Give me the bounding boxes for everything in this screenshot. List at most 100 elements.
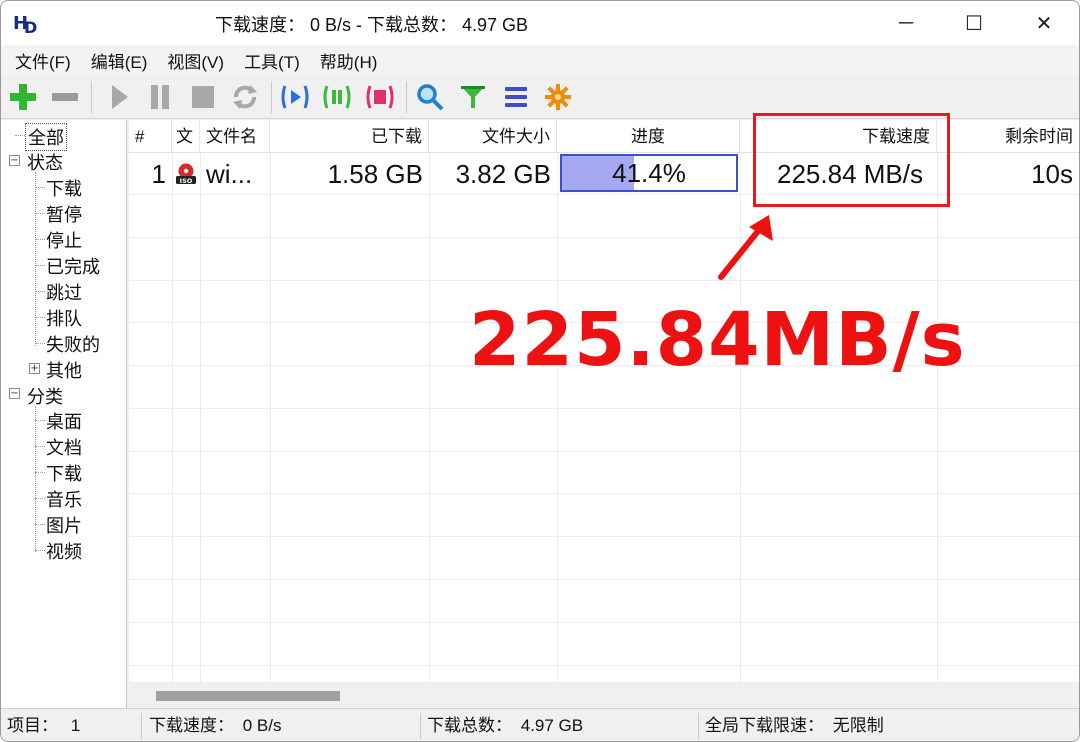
tree-connector [35, 343, 45, 344]
tree-node-paused[interactable]: 暂停 [46, 201, 82, 227]
status-items: 项目： 1 [3, 709, 80, 741]
settings-gear-icon[interactable] [542, 81, 574, 113]
search-icon[interactable] [414, 81, 446, 113]
status-limit-label: 全局下载限速： [705, 716, 824, 735]
grid-line [129, 579, 1079, 580]
tree-connector [15, 135, 25, 136]
iso-badge-label: ISO [180, 177, 193, 185]
menu-edit[interactable]: 编辑(E) [81, 48, 158, 73]
status-total-value: 4.97 GB [520, 716, 584, 735]
status-separator [420, 713, 421, 739]
list-icon[interactable] [500, 81, 532, 113]
download-list: # 文 文件名 已下载 文件大小 进度 下载速度 剩余时间 1 ISO wi..… [129, 120, 1079, 708]
app-logo-icon: H D [13, 13, 37, 35]
file-name-cell[interactable]: wi... [200, 154, 270, 194]
status-speed-value: 0 B/s [242, 716, 282, 735]
grid-line [129, 237, 1079, 238]
tree-node-all[interactable]: 全部 [25, 123, 67, 151]
tree-node-status[interactable]: 状态 [27, 149, 63, 175]
tree-connector [35, 420, 45, 421]
toolbar-separator [406, 81, 407, 113]
file-size-cell[interactable]: 3.82 GB [429, 154, 557, 194]
tree-node-videos[interactable]: 视频 [46, 538, 82, 564]
tree-connector [35, 265, 45, 266]
column-header-progress[interactable]: 进度 [557, 120, 740, 153]
menu-file[interactable]: 文件(F) [5, 48, 81, 73]
remaining-time-cell[interactable]: 10s [937, 154, 1079, 194]
grid-line [129, 536, 1079, 537]
close-button[interactable]: ✕ [1009, 1, 1079, 45]
tree-connector [35, 550, 45, 551]
refresh-icon[interactable] [229, 81, 261, 113]
column-header-size[interactable]: 文件大小 [429, 120, 557, 153]
tree-node-other[interactable]: 其他 [46, 357, 82, 383]
collapse-toggle-icon[interactable]: − [9, 155, 20, 166]
tree-connector [35, 172, 36, 346]
maximize-button[interactable]: ☐ [939, 1, 1009, 45]
tree-connector [35, 239, 45, 240]
horizontal-scrollbar[interactable] [129, 682, 1079, 708]
status-items-label: 项目： [7, 716, 58, 735]
status-speed: 下载速度： 0 B/s [145, 709, 282, 741]
tree-node-failed[interactable]: 失败的 [46, 331, 100, 357]
pause-icon[interactable] [144, 81, 176, 113]
add-icon[interactable] [7, 81, 39, 113]
progress-bar[interactable]: 41.4% [560, 154, 738, 192]
tree-node-music[interactable]: 音乐 [46, 486, 82, 512]
grid-line [172, 153, 173, 683]
minimize-button[interactable]: ─ [871, 1, 941, 45]
column-header-type[interactable]: 文 [172, 120, 200, 153]
stop-icon[interactable] [187, 81, 219, 113]
start-all-icon[interactable] [279, 81, 311, 113]
tree-node-category[interactable]: 分类 [27, 383, 63, 409]
iso-file-icon: ISO [175, 163, 197, 185]
column-header-number[interactable]: # [129, 120, 172, 153]
menu-help[interactable]: 帮助(H) [310, 48, 388, 73]
column-header-name[interactable]: 文件名 [200, 120, 270, 153]
tree-connector [35, 317, 45, 318]
pause-all-icon[interactable] [321, 81, 353, 113]
grid-line [200, 153, 201, 683]
tree-connector [35, 524, 45, 525]
filter-icon[interactable] [457, 81, 489, 113]
tree-connector [35, 213, 45, 214]
downloaded-cell[interactable]: 1.58 GB [270, 154, 429, 194]
tree-node-pictures[interactable]: 图片 [46, 512, 82, 538]
menu-tools[interactable]: 工具(T) [234, 48, 310, 73]
scrollbar-thumb[interactable] [156, 691, 340, 701]
start-icon[interactable] [103, 81, 135, 113]
tree-node-stopped[interactable]: 停止 [46, 227, 82, 253]
grid-line [129, 280, 1079, 281]
status-separator [698, 713, 699, 739]
tree-connector [35, 446, 45, 447]
status-total-label: 下载总数： [427, 716, 512, 735]
annotation-arrow-icon [718, 215, 773, 280]
toolbar-separator [91, 81, 92, 113]
app-window: H D 下载速度： 0 B/s - 下载总数： 4.97 GB ─ ☐ ✕ 文件… [0, 0, 1080, 742]
status-separator [141, 713, 142, 739]
tree-connector [35, 406, 36, 552]
grid-line [270, 153, 271, 683]
tree-node-desktop[interactable]: 桌面 [46, 408, 82, 434]
expand-toggle-icon[interactable]: + [29, 363, 40, 374]
collapse-toggle-icon[interactable]: − [9, 388, 20, 399]
tree-node-downloading[interactable]: 下载 [46, 175, 82, 201]
tree-node-documents[interactable]: 文档 [46, 434, 82, 460]
grid-line [557, 153, 558, 683]
grid-line [429, 153, 430, 683]
status-speed-label: 下载速度： [149, 716, 234, 735]
column-header-remaining[interactable]: 剩余时间 [937, 120, 1079, 153]
status-total: 下载总数： 4.97 GB [423, 709, 584, 741]
tree-node-downloads[interactable]: 下载 [46, 460, 82, 486]
tree-node-skipped[interactable]: 跳过 [46, 279, 82, 305]
tree-node-queued[interactable]: 排队 [46, 305, 82, 331]
column-header-downloaded[interactable]: 已下载 [270, 120, 429, 153]
menu-view[interactable]: 视图(V) [157, 48, 234, 73]
tree-node-completed[interactable]: 已完成 [46, 253, 100, 279]
toolbar-separator [271, 81, 272, 113]
tree-connector [35, 291, 45, 292]
remove-icon[interactable] [49, 81, 81, 113]
stop-all-icon[interactable] [364, 81, 396, 113]
menu-bar: 文件(F) 编辑(E) 视图(V) 工具(T) 帮助(H) [1, 45, 1079, 75]
row-number[interactable]: 1 [129, 154, 172, 194]
